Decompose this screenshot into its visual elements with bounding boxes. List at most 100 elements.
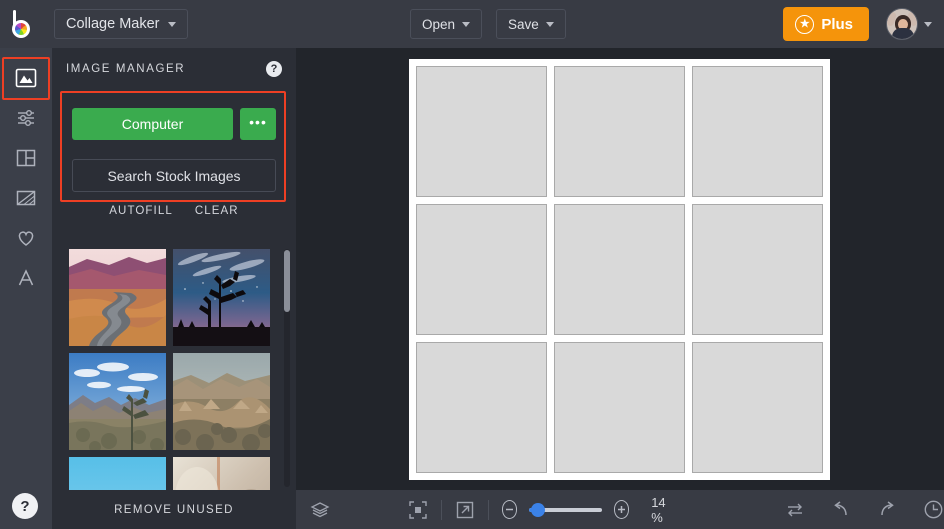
account-menu[interactable] — [886, 8, 932, 40]
desert-winding-road — [69, 249, 166, 346]
expand-arrow-icon — [455, 500, 475, 520]
text-a-icon — [15, 268, 37, 288]
list-item[interactable] — [69, 249, 166, 346]
swap-arrows-icon — [785, 500, 805, 520]
list-item[interactable] — [173, 457, 270, 490]
chevron-down-icon — [924, 22, 932, 27]
history-button[interactable] — [923, 499, 944, 520]
thumbnail-list — [52, 244, 296, 490]
file-menus: Open Save — [410, 9, 566, 39]
undo-button[interactable] — [831, 500, 851, 520]
blue-sky — [69, 457, 166, 490]
sidebar-item-graphics[interactable] — [0, 218, 52, 258]
avatar — [886, 8, 918, 40]
help-button[interactable]: ? — [12, 493, 38, 519]
collage-cell[interactable] — [554, 342, 685, 473]
zoom-slider-handle[interactable] — [531, 503, 545, 517]
fit-to-screen-button[interactable] — [408, 500, 428, 520]
sidebar-item-layouts[interactable] — [0, 138, 52, 178]
sidebar-item-text[interactable] — [0, 258, 52, 298]
collage-cell[interactable] — [416, 66, 547, 197]
redo-button[interactable] — [877, 500, 897, 520]
list-item[interactable] — [173, 249, 270, 346]
zoom-level-value: 14 % — [651, 495, 675, 525]
collage-cell[interactable] — [554, 66, 685, 197]
question-mark-icon[interactable]: ? — [266, 61, 282, 77]
collage-cell[interactable] — [692, 204, 823, 335]
open-label: Open — [422, 17, 455, 32]
app-logo[interactable] — [0, 0, 48, 48]
panel-header: IMAGE MANAGER ? — [52, 48, 296, 90]
joshua-tree-daytime — [69, 353, 166, 450]
canvas-area — [296, 48, 944, 490]
expand-button[interactable] — [455, 500, 475, 520]
minus-icon — [505, 505, 514, 514]
list-item[interactable] — [69, 353, 166, 450]
page-title: Collage Maker — [66, 16, 160, 32]
collage-cell[interactable] — [416, 204, 547, 335]
search-stock-images-button[interactable]: Search Stock Images — [72, 159, 276, 192]
list-item[interactable] — [69, 457, 166, 490]
image-mountain-icon — [15, 68, 37, 88]
ellipsis-icon: ••• — [249, 114, 267, 130]
collage-canvas[interactable] — [409, 59, 830, 480]
search-stock-label: Search Stock Images — [107, 168, 240, 184]
joshua-tree-night-sky — [173, 249, 270, 346]
autofill-button[interactable]: AUTOFILL — [109, 205, 173, 217]
panel-subactions: AUTOFILL CLEAR — [52, 205, 296, 217]
shuffle-button[interactable] — [785, 500, 805, 520]
list-item[interactable] — [173, 353, 270, 450]
collage-cell[interactable] — [692, 66, 823, 197]
thumbnail-scrollbar[interactable] — [284, 249, 290, 487]
collage-cell[interactable] — [692, 342, 823, 473]
save-label: Save — [508, 17, 539, 32]
star-badge-icon: ★ — [795, 15, 814, 34]
rocky-desert-hills — [173, 353, 270, 450]
save-menu-button[interactable]: Save — [496, 9, 566, 39]
more-upload-options-button[interactable]: ••• — [240, 108, 276, 140]
sidebar-item-adjust[interactable] — [0, 98, 52, 138]
collage-cell[interactable] — [554, 204, 685, 335]
texture-icon — [15, 188, 37, 208]
grid-layout-icon — [15, 148, 37, 168]
layers-icon — [310, 500, 330, 520]
image-manager-panel: IMAGE MANAGER ? Computer ••• Search Stoc… — [52, 48, 296, 529]
undo-arrow-icon — [831, 500, 851, 520]
open-menu-button[interactable]: Open — [410, 9, 482, 39]
plus-upgrade-button[interactable]: ★ Plus — [783, 7, 869, 41]
top-bar: Collage Maker Open Save ★ Plus — [0, 0, 944, 48]
zoom-out-button[interactable] — [502, 500, 518, 519]
blurred-warm — [173, 457, 270, 490]
app-title-dropdown[interactable]: Collage Maker — [54, 9, 188, 39]
befunky-logo-icon — [11, 10, 37, 38]
upload-row: Computer ••• — [72, 108, 276, 140]
remove-unused-label: REMOVE UNUSED — [114, 504, 234, 516]
chevron-down-icon — [462, 22, 470, 27]
chevron-down-icon — [168, 22, 176, 27]
left-icon-rail — [0, 48, 52, 529]
layers-button[interactable] — [310, 500, 330, 520]
sidebar-item-backgrounds[interactable] — [0, 178, 52, 218]
plus-label: Plus — [821, 16, 853, 33]
panel-title: IMAGE MANAGER — [66, 63, 185, 75]
clock-history-icon — [923, 499, 944, 520]
fit-to-screen-icon — [408, 500, 428, 520]
divider — [441, 500, 442, 520]
bottom-toolbar: 14 % — [296, 490, 944, 529]
divider — [488, 500, 489, 520]
plus-icon — [617, 505, 626, 514]
redo-arrow-icon — [877, 500, 897, 520]
question-mark-icon: ? — [20, 498, 29, 515]
app-window: Collage Maker Open Save ★ Plus — [0, 0, 944, 529]
clear-button[interactable]: CLEAR — [195, 205, 239, 217]
thumbnail-grid — [69, 249, 270, 490]
sidebar-item-image-manager[interactable] — [0, 58, 52, 98]
scrollbar-thumb[interactable] — [284, 250, 290, 312]
collage-cell[interactable] — [416, 342, 547, 473]
sliders-icon — [15, 108, 37, 128]
computer-label: Computer — [122, 116, 183, 132]
zoom-slider[interactable] — [529, 508, 601, 512]
computer-upload-button[interactable]: Computer — [72, 108, 233, 140]
remove-unused-button[interactable]: REMOVE UNUSED — [52, 490, 296, 529]
zoom-in-button[interactable] — [614, 500, 630, 519]
